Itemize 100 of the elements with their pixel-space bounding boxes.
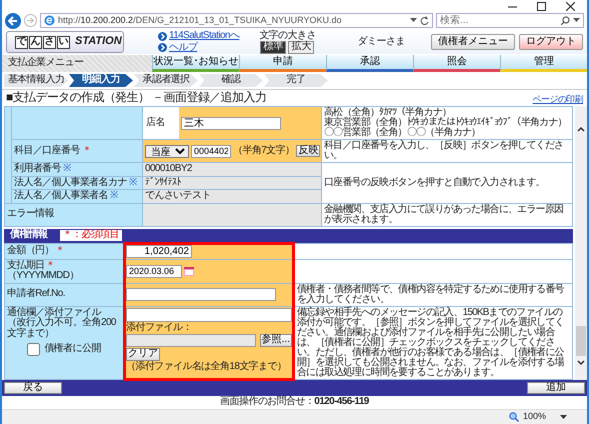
field-value: でんさいテスト [145,191,211,202]
date-field[interactable]: 2020.03.06 [126,264,182,278]
step-indicator: 基本情報入力 [4,74,68,87]
help-text: 東京営業部（全角）ﾄｳｷｮｳまたはﾄｳｷｮｳｴｲｷﾞｮｳﾌﾞ（半角カナ） [324,118,568,128]
phone-number: 0120-456-119 [314,396,369,407]
calendar-icon[interactable] [184,266,194,276]
field-hint: （改行入力不可。全角200文字まで） [7,318,117,339]
add-button[interactable]: 追加 [527,382,585,394]
back-button[interactable] [5,12,21,28]
caret-icon[interactable] [573,18,580,23]
apply-button[interactable]: 反映 [296,144,320,158]
required-mark: ＊ [82,146,92,156]
field-label: 申請者Ref.No. [7,289,65,300]
step-indicator: 明細入力 [69,74,133,87]
logo-tile: い [57,36,70,48]
browser-logo-icon [44,15,55,26]
arrow-right-icon [27,17,34,24]
select-field[interactable]: 当座 [145,144,189,158]
help-text: 債権者・債務者間等で、債権内容を特定するために使用する番号を入力してください。 [297,284,565,304]
font-size-label: 文字の大きさ [259,30,316,40]
help-text: 口座番号の反映ボタンを押すと自動で入力されます。 [324,178,546,188]
caret-icon[interactable] [410,18,417,23]
checkbox[interactable] [27,343,40,356]
field-label: 金額（円） [7,246,54,256]
menu-tab[interactable]: 照会 [413,55,500,72]
logo-tile: さ [43,36,56,48]
zoom-level[interactable]: 100% [522,412,546,422]
field-label: 店名 [143,107,179,139]
field-value: ﾃﾞﾝｻｲﾃｽﾄ [145,178,181,188]
help-text: 〇〇営業部（全角）〇〇（半角カナ） [324,128,482,138]
menu-tab[interactable]: 状況一覧･お知らせ [152,55,239,72]
logo[interactable]: で ん さ い STATION [6,31,124,53]
arrow-circle-icon [158,43,167,52]
scrollbar[interactable] [575,106,587,380]
address-field[interactable]: http://10.200.200.2/DEN/G_212101_13_01_TSUIKA_NYUURYOKU.do [40,13,433,28]
close-icon[interactable] [566,2,575,10]
text-field[interactable] [126,288,276,301]
search-box[interactable]: 検索... [436,13,584,28]
search-icon[interactable] [561,16,570,25]
logo-tile: で [15,36,28,48]
page-title: ■支払データの作成（発生） －画面登録／追加入力 [6,90,266,104]
help-text: 科目／口座番号を入力し、［反映］ボタンを押してください。 [324,141,564,161]
note-mark: ※ [63,164,70,174]
step-indicator: 確認 [199,74,263,87]
file-field[interactable] [126,334,256,347]
browse-button[interactable]: 参照... [260,334,292,347]
arrow-circle-icon [158,32,167,41]
logo-text: STATION [75,36,122,48]
contact-label: 画面操作のお問合せ： [220,396,314,407]
checkbox-label: 債権者に公開 [44,344,101,355]
scroll-down-icon[interactable] [577,360,585,366]
clear-button[interactable]: クリア [126,348,160,360]
required-legend: ＊：必須項目 [60,230,122,241]
help-text: 高松（全角）ﾀｶﾏﾂ（半角カナ） [324,108,452,118]
field-label: 科目／口座番号 [14,146,80,156]
attach-hint: （添付ファイル名は全角18文字まで） [126,362,288,372]
step-indicator: 承認者選択 [134,74,198,87]
font-size-button[interactable]: 拡大 [288,41,314,54]
field-hint: （YYYYMMDD） [7,271,79,282]
note-mark: ※ [110,191,118,202]
menu-button[interactable]: 債権者メニュー [431,34,515,50]
field-value: 000010BY2 [145,164,192,174]
url-text: http://10.200.200.2/DEN/G_212101_13_01_TSUIKA_NYUURYOKU.do [58,16,343,26]
scroll-thumb[interactable] [576,326,586,356]
section-title: 債権情報 [10,230,48,241]
field-label: 法人名／個人事業者名カナ [14,178,127,188]
input-hint: （半角7文字） [233,146,294,156]
menu-tab[interactable]: 申請 [239,55,326,72]
field-label: エラー情報 [7,209,54,220]
help-text: 金融機関、支店入力にて誤りがあった場合に、エラー原因が表示されます。 [324,204,564,224]
required-mark: ＊ [55,246,64,256]
logo-tile: ん [29,36,42,48]
attach-label: 添付ファイル： [126,322,193,333]
user-name: ダミーさま [358,36,405,48]
caret-icon[interactable] [560,414,567,420]
field-label: 法人名／個人事業者名 [14,191,108,202]
maximize-icon[interactable] [537,2,546,10]
amount-field[interactable]: 1,020,402 [126,244,192,258]
arrow-left-icon [8,16,18,26]
help-text: 備忘録や相手先へのメッセージの記入、150KBまでのファイルの添付が可能です。［参照］ボタンを押してファイルを選択してください。通信欄および添付ファイルを相手先に公開したい場合は、［債権者に公開］チェックボックスをチェックしてください。ただし、債権者が他行のお客様である場合は、［債権者に公開］を選択しても公開されません。なお、ファイルを添付する場合には取込処理に時間を要することがあります。 [297,308,566,378]
font-size-button[interactable]: 標準 [260,41,286,54]
menu-title: 支払企業メニュー [2,55,152,72]
text-field[interactable]: 三木 [181,116,281,130]
step-indicator: 完了 [264,74,328,87]
field-label: 支払期日 [7,260,45,271]
refresh-icon[interactable] [420,16,429,25]
back-button[interactable]: 戻る [4,382,62,394]
required-mark: ＊ [46,260,56,271]
help-link[interactable]: 114SalutStationへ [169,31,240,42]
note-mark: ※ [128,178,136,188]
help-link[interactable]: ヘルプ [169,42,198,53]
message-field[interactable] [126,308,292,322]
menu-tab[interactable]: 承認 [326,55,413,72]
zoom-icon[interactable] [508,412,519,422]
field-label: 利用者番号 [14,164,62,174]
print-link[interactable]: ページの印刷 [532,94,583,104]
logout-button[interactable]: ログアウト [519,34,583,50]
field-label: 通信欄／添付ファイル [7,308,102,318]
menu-tab[interactable]: 管理 [500,55,587,72]
scroll-up-icon[interactable] [577,126,585,132]
